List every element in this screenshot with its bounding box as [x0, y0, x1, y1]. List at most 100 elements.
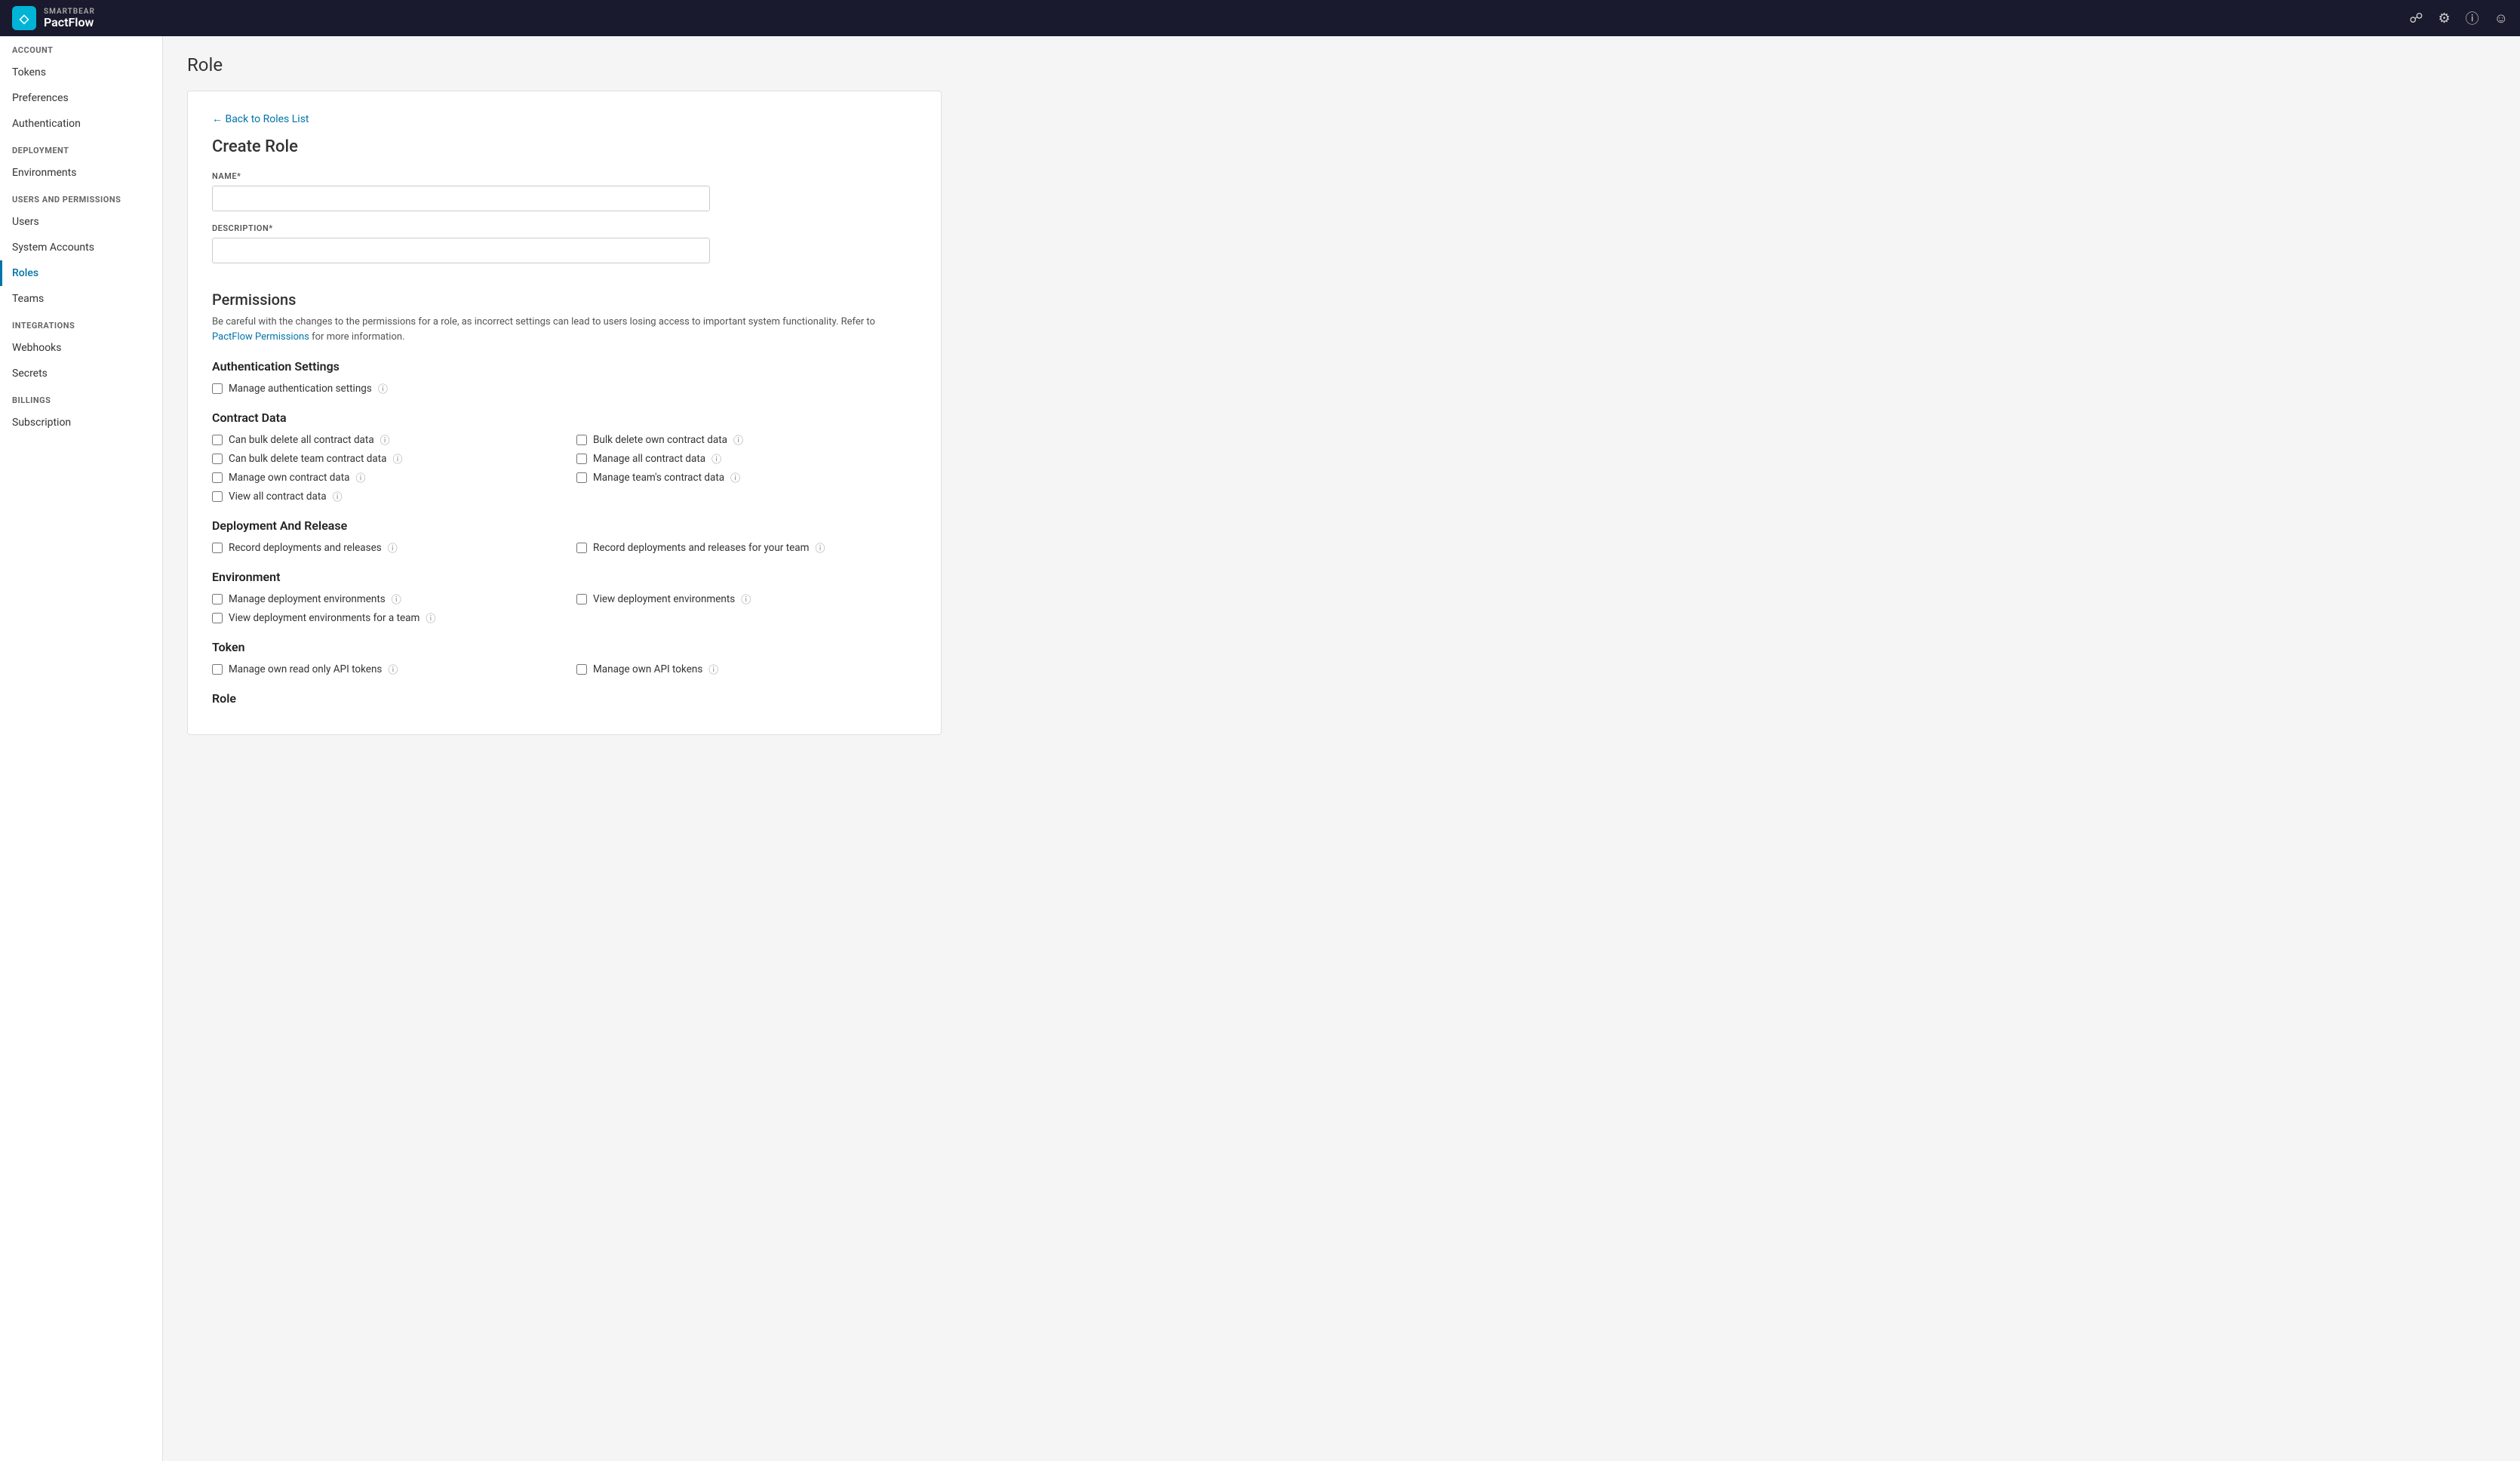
role-card: ← Back to Roles List Create Role NAME* D…	[187, 91, 942, 735]
checkbox-view-deployment-envs-team[interactable]	[212, 613, 223, 623]
checkbox-manage-auth[interactable]	[212, 383, 223, 394]
checkbox-manage-own-contract[interactable]	[212, 472, 223, 483]
sidebar-item-roles[interactable]: Roles	[0, 260, 162, 286]
checkbox-manage-team-contract[interactable]	[576, 472, 587, 483]
settings-icon[interactable]: ⚙	[2438, 11, 2450, 26]
permission-view-deployment-envs: View deployment environments ⓘ	[576, 592, 917, 606]
help-icon-manage-own-api-tokens[interactable]: ⓘ	[708, 662, 718, 676]
sidebar-item-environments[interactable]: Environments	[0, 160, 162, 186]
environment-grid: Manage deployment environments ⓘ View de…	[212, 592, 917, 625]
sidebar-item-preferences[interactable]: Preferences	[0, 85, 162, 111]
deployment-release-title: Deployment And Release	[212, 518, 917, 533]
label-record-deployments: Record deployments and releases	[229, 542, 382, 554]
sidebar-item-authentication[interactable]: Authentication	[0, 111, 162, 137]
help-icon-manage-team-contract[interactable]: ⓘ	[730, 470, 740, 484]
label-record-deployments-team: Record deployments and releases for your…	[593, 542, 810, 554]
permission-view-deployment-envs-team: View deployment environments for a team …	[212, 611, 552, 625]
sidebar: ACCOUNT Tokens Preferences Authenticatio…	[0, 36, 163, 1461]
help-icon[interactable]: ⓘ	[2466, 8, 2479, 28]
deployment-release-grid: Record deployments and releases ⓘ Record…	[212, 540, 917, 555]
label-view-all-contract: View all contract data	[229, 491, 327, 503]
permission-view-all-contract: View all contract data ⓘ	[212, 489, 552, 503]
permission-manage-own-read-tokens: Manage own read only API tokens ⓘ	[212, 662, 552, 676]
label-bulk-delete-own: Bulk delete own contract data	[593, 434, 727, 446]
help-icon-view-deployment-envs-team[interactable]: ⓘ	[426, 611, 435, 625]
checkbox-bulk-delete-all[interactable]	[212, 435, 223, 445]
checkbox-manage-all-contract[interactable]	[576, 454, 587, 464]
topnav: ◇ SMARTBEAR PactFlow ☍ ⚙ ⓘ ☺	[0, 0, 2520, 36]
checkbox-bulk-delete-team[interactable]	[212, 454, 223, 464]
pactflow-permissions-link[interactable]: PactFlow Permissions	[212, 331, 309, 343]
auth-settings-title: Authentication Settings	[212, 359, 917, 374]
help-icon-manage-auth[interactable]: ⓘ	[378, 381, 388, 395]
permission-manage-deployment-envs: Manage deployment environments ⓘ	[212, 592, 552, 606]
sidebar-item-secrets[interactable]: Secrets	[0, 361, 162, 386]
checkbox-view-deployment-envs[interactable]	[576, 594, 587, 604]
sidebar-item-webhooks[interactable]: Webhooks	[0, 335, 162, 361]
create-role-title: Create Role	[212, 137, 917, 156]
description-label: DESCRIPTION*	[212, 223, 917, 233]
label-manage-team-contract: Manage team's contract data	[593, 472, 724, 484]
billings-section-header: BILLINGS	[0, 386, 162, 410]
token-grid: Manage own read only API tokens ⓘ Manage…	[212, 662, 917, 676]
help-icon-record-deployments[interactable]: ⓘ	[388, 540, 398, 555]
role-section-title: Role	[212, 691, 917, 706]
label-bulk-delete-team: Can bulk delete team contract data	[229, 453, 387, 465]
help-icon-manage-deployment-envs[interactable]: ⓘ	[392, 592, 401, 606]
checkbox-record-deployments-team[interactable]	[576, 543, 587, 553]
help-icon-bulk-delete-all[interactable]: ⓘ	[380, 432, 390, 447]
label-manage-own-contract: Manage own contract data	[229, 472, 350, 484]
help-icon-manage-own-read-tokens[interactable]: ⓘ	[388, 662, 398, 676]
label-manage-own-read-tokens: Manage own read only API tokens	[229, 663, 382, 675]
topnav-actions: ☍ ⚙ ⓘ ☺	[2409, 8, 2508, 28]
permission-manage-team-contract: Manage team's contract data ⓘ	[576, 470, 917, 484]
sidebar-item-tokens[interactable]: Tokens	[0, 60, 162, 85]
logo[interactable]: ◇ SMARTBEAR PactFlow	[12, 6, 95, 30]
main-content: Role ← Back to Roles List Create Role NA…	[163, 36, 2520, 1461]
back-to-roles-link[interactable]: ← Back to Roles List	[212, 112, 309, 125]
permission-manage-own-api-tokens: Manage own API tokens ⓘ	[576, 662, 917, 676]
name-label: NAME*	[212, 171, 917, 181]
sidebar-item-subscription[interactable]: Subscription	[0, 410, 162, 435]
permissions-warning-end: for more information.	[312, 331, 404, 343]
permission-manage-auth-label: Manage authentication settings	[229, 383, 372, 395]
token-title: Token	[212, 640, 917, 654]
checkbox-view-all-contract[interactable]	[212, 491, 223, 502]
checkbox-record-deployments[interactable]	[212, 543, 223, 553]
help-icon-manage-own-contract[interactable]: ⓘ	[356, 470, 366, 484]
help-icon-manage-all-contract[interactable]: ⓘ	[711, 451, 721, 466]
sidebar-item-teams[interactable]: Teams	[0, 286, 162, 312]
permissions-warning-text: Be careful with the changes to the permi…	[212, 316, 875, 328]
label-view-deployment-envs: View deployment environments	[593, 593, 735, 605]
product-name: PactFlow	[44, 16, 95, 29]
checkbox-manage-own-read-tokens[interactable]	[212, 664, 223, 675]
description-input[interactable]	[212, 238, 710, 263]
permission-manage-own-contract: Manage own contract data ⓘ	[212, 470, 552, 484]
page-title: Role	[187, 54, 2496, 75]
permission-record-deployments: Record deployments and releases ⓘ	[212, 540, 552, 555]
logo-text: SMARTBEAR PactFlow	[44, 8, 95, 29]
contract-data-grid: Can bulk delete all contract data ⓘ Bulk…	[212, 432, 917, 503]
sidebar-item-system-accounts[interactable]: System Accounts	[0, 235, 162, 260]
user-icon[interactable]: ☺	[2494, 11, 2508, 26]
help-icon-view-deployment-envs[interactable]: ⓘ	[741, 592, 751, 606]
help-icon-bulk-delete-team[interactable]: ⓘ	[393, 451, 403, 466]
label-manage-all-contract: Manage all contract data	[593, 453, 705, 465]
help-icon-record-deployments-team[interactable]: ⓘ	[816, 540, 825, 555]
help-icon-view-all-contract[interactable]: ⓘ	[333, 489, 343, 503]
permission-bulk-delete-all: Can bulk delete all contract data ⓘ	[212, 432, 552, 447]
label-manage-own-api-tokens: Manage own API tokens	[593, 663, 702, 675]
environment-title: Environment	[212, 570, 917, 584]
permission-manage-auth: Manage authentication settings ⓘ	[212, 381, 917, 395]
checkbox-manage-deployment-envs[interactable]	[212, 594, 223, 604]
name-input[interactable]	[212, 186, 710, 211]
permissions-title: Permissions	[212, 291, 917, 309]
contract-data-title: Contract Data	[212, 411, 917, 425]
deployment-section-header: DEPLOYMENT	[0, 137, 162, 160]
sidebar-item-users[interactable]: Users	[0, 209, 162, 235]
checkbox-manage-own-api-tokens[interactable]	[576, 664, 587, 675]
help-icon-bulk-delete-own[interactable]: ⓘ	[733, 432, 743, 447]
chat-icon[interactable]: ☍	[2409, 11, 2423, 26]
permission-record-deployments-team: Record deployments and releases for your…	[576, 540, 917, 555]
checkbox-bulk-delete-own[interactable]	[576, 435, 587, 445]
